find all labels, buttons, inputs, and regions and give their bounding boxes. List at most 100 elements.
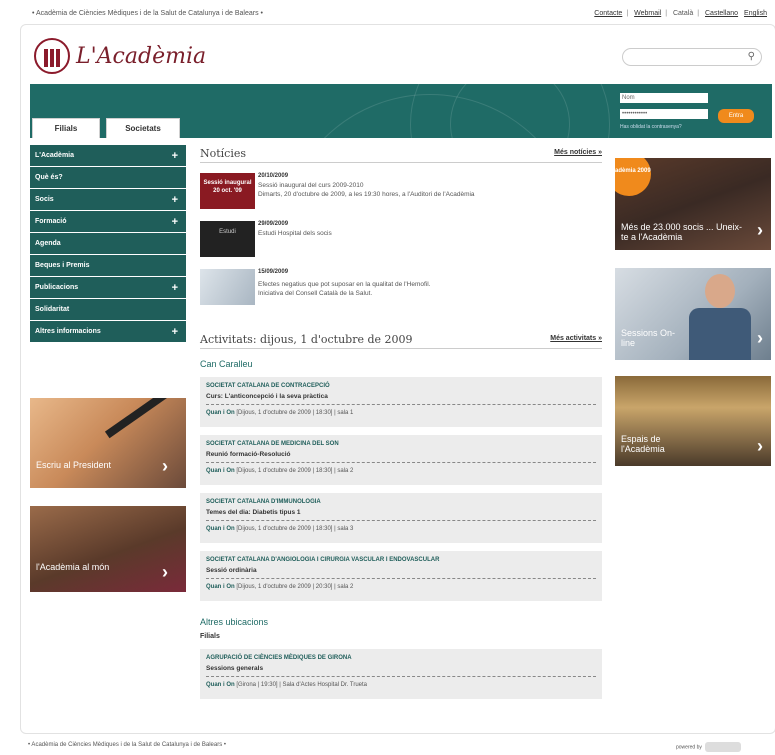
activity-name: Sessió ordinària bbox=[206, 567, 257, 574]
when-label: Quan i On bbox=[206, 682, 235, 688]
person-photo bbox=[689, 308, 751, 360]
sidebar-item-beques[interactable]: Beques i Premis bbox=[30, 255, 186, 277]
chevron-right-icon: › bbox=[757, 220, 763, 240]
password-field[interactable]: •••••••••••• bbox=[620, 109, 708, 119]
promo-president-caption: Escriu al President bbox=[36, 460, 112, 470]
activity-org: SOCIETAT CATALANA D'ANGIOLOGIA I CIRURGI… bbox=[206, 557, 440, 563]
divider bbox=[206, 520, 596, 521]
sidebar-item-socis[interactable]: Socis + bbox=[30, 189, 186, 211]
activity-org: SOCIETAT CATALANA DE MEDICINA DEL SON bbox=[206, 441, 339, 447]
crest-icon bbox=[34, 38, 70, 74]
site-title: L'Acadèmia bbox=[76, 44, 207, 69]
promo-espais[interactable]: Espais de l'Acadèmia › bbox=[615, 376, 771, 466]
activity-org: SOCIETAT CATALANA D'IMMUNOLOGIA bbox=[206, 499, 321, 505]
divider bbox=[206, 462, 596, 463]
activity-when: Quan i On [Dijous, 1 d'octubre de 2009 |… bbox=[206, 584, 353, 590]
activity-card[interactable]: SOCIETAT CATALANA DE CONTRACEPCIÓ Curs: … bbox=[200, 377, 602, 427]
news-date: 20/10/2009 bbox=[258, 173, 289, 179]
more-activities-link[interactable]: Més activitats » bbox=[550, 335, 602, 342]
login-button[interactable]: Entra bbox=[718, 109, 754, 123]
sidebar-item-solidaritat[interactable]: Solidaritat bbox=[30, 299, 186, 321]
sidebar-item-label: Publicacions bbox=[35, 284, 79, 291]
activity-when: Quan i On [Dijous, 1 d'octubre de 2009 |… bbox=[206, 526, 353, 532]
tab-filials[interactable]: Filials bbox=[32, 118, 100, 138]
activity-card[interactable]: SOCIETAT CATALANA DE MEDICINA DEL SON Re… bbox=[200, 435, 602, 485]
username-field[interactable]: Nom bbox=[620, 93, 708, 103]
promo-online[interactable]: Sessions On-line › bbox=[615, 268, 771, 360]
news-date: 15/09/2009 bbox=[258, 269, 289, 275]
link-castellano[interactable]: Castellano bbox=[705, 10, 738, 17]
pen-image bbox=[104, 398, 176, 439]
top-bar: • Acadèmia de Ciències Mèdiques i de la … bbox=[28, 8, 773, 22]
activity-org: AGRUPACIÓ DE CIÈNCIES MÈDIQUES DE GIRONA bbox=[206, 655, 352, 661]
chevron-right-icon: › bbox=[757, 328, 763, 348]
sidebar-item-agenda[interactable]: Agenda bbox=[30, 233, 186, 255]
when-label: Quan i On bbox=[206, 410, 235, 416]
sidebar-item-label: Agenda bbox=[35, 240, 61, 247]
divider bbox=[206, 404, 596, 405]
news-headline[interactable]: Estudi Hospital dels socis bbox=[258, 230, 332, 237]
activity-name: Reunió formació-Resolució bbox=[206, 451, 291, 458]
site-breadcrumb: • Acadèmia de Ciències Mèdiques i de la … bbox=[32, 10, 263, 17]
sidebar-item-label: Beques i Premis bbox=[35, 262, 90, 269]
footer-text: • Acadèmia de Ciències Mèdiques i de la … bbox=[28, 742, 226, 748]
sidebar-nav: L'Acadèmia + Què és? Socis + Formació + Age… bbox=[30, 145, 186, 343]
activity-card[interactable]: AGRUPACIÓ DE CIÈNCIES MÈDIQUES DE GIRONA… bbox=[200, 649, 602, 699]
sidebar-item-academia[interactable]: L'Acadèmia + bbox=[30, 145, 186, 167]
chevron-right-icon: › bbox=[162, 562, 168, 582]
promo-espais-caption: Espais de l'Acadèmia bbox=[621, 434, 665, 454]
link-english[interactable]: English bbox=[744, 10, 767, 17]
news-item[interactable]: Estudi 29/09/2009 Estudi Hospital dels s… bbox=[200, 221, 602, 259]
news-detail: Iniciativa del Consell Català de la Salu… bbox=[258, 290, 373, 297]
when-value: [Dijous, 1 d'octubre de 2009 | 18:30] | … bbox=[236, 526, 354, 532]
link-webmail[interactable]: Webmail bbox=[634, 10, 661, 17]
plus-icon: + bbox=[171, 216, 178, 228]
more-news-link[interactable]: Més notícies » bbox=[554, 149, 602, 156]
sidebar-item-publicacions[interactable]: Publicacions + bbox=[30, 277, 186, 299]
forgot-password-link[interactable]: Has oblidat la contrasenya? bbox=[620, 124, 682, 130]
separator: | bbox=[665, 10, 668, 17]
when-value: [Dijous, 1 d'octubre de 2009 | 18:30] | … bbox=[236, 410, 354, 416]
news-title: Notícies bbox=[200, 147, 247, 160]
plus-icon: + bbox=[171, 282, 178, 294]
activity-name: Sessions generals bbox=[206, 665, 264, 672]
when-label: Quan i On bbox=[206, 468, 235, 474]
promo-academia-mon-caption: l'Acadèmia al món bbox=[36, 562, 110, 572]
news-headline[interactable]: Efectes negatius que pot suposar en la q… bbox=[258, 281, 431, 288]
promo-president[interactable]: Escriu al President › bbox=[30, 398, 186, 488]
promo-membership-caption: Més de 23.000 socis ... Uneix-te a l'Aca… bbox=[621, 222, 743, 242]
news-item[interactable]: 15/09/2009 Efectes negatius que pot supo… bbox=[200, 269, 602, 307]
search-input[interactable]: ⚲ bbox=[622, 48, 762, 66]
filials-label: Filials bbox=[200, 633, 220, 640]
activity-card[interactable]: SOCIETAT CATALANA D'IMMUNOLOGIA Temes de… bbox=[200, 493, 602, 543]
link-contacte[interactable]: Contacte bbox=[594, 10, 622, 17]
separator: | bbox=[697, 10, 700, 17]
divider bbox=[206, 676, 596, 677]
sidebar-item-altres[interactable]: Altres informacions + bbox=[30, 321, 186, 343]
link-catala[interactable]: Català bbox=[673, 10, 693, 17]
search-icon[interactable]: ⚲ bbox=[748, 51, 755, 62]
activity-when: Quan i On [Dijous, 1 d'octubre de 2009 |… bbox=[206, 410, 353, 416]
person-photo bbox=[705, 274, 735, 308]
news-detail: Dimarts, 20 d'octubre de 2009, a les 19:… bbox=[258, 191, 475, 198]
year-badge: Acadèmia 2009 bbox=[615, 158, 651, 196]
promo-membership[interactable]: Acadèmia 2009 Més de 23.000 socis ... Un… bbox=[615, 158, 771, 250]
activity-when: Quan i On [Girona | 19:30] | Sala d'Acte… bbox=[206, 682, 367, 688]
sidebar-item-label: Altres informacions bbox=[35, 328, 101, 335]
news-headline[interactable]: Sessió inaugural del curs 2009-2010 bbox=[258, 182, 364, 189]
top-links: Contacte | Webmail | Català | Castellano En… bbox=[594, 10, 767, 17]
divider bbox=[206, 578, 596, 579]
vendor-logo[interactable] bbox=[704, 742, 741, 752]
plus-icon: + bbox=[171, 150, 178, 162]
news-item[interactable]: Sessió inaugural 20 oct. '09 20/10/2009 … bbox=[200, 173, 602, 211]
activities-header: Activitats: dijous, 1 d'octubre de 2009 … bbox=[200, 331, 602, 349]
sidebar-item-que-es[interactable]: Què és? bbox=[30, 167, 186, 189]
separator: | bbox=[626, 10, 629, 17]
sidebar-item-formacio[interactable]: Formació + bbox=[30, 211, 186, 233]
sidebar-item-label: Solidaritat bbox=[35, 306, 70, 313]
activity-name: Temes del dia: Diabetis tipus 1 bbox=[206, 509, 301, 516]
promo-academia-mon[interactable]: l'Acadèmia al món › bbox=[30, 506, 186, 592]
site-logo[interactable]: L'Acadèmia bbox=[34, 36, 207, 80]
activity-card[interactable]: SOCIETAT CATALANA D'ANGIOLOGIA I CIRURGI… bbox=[200, 551, 602, 601]
tab-societats[interactable]: Societats bbox=[106, 118, 180, 138]
